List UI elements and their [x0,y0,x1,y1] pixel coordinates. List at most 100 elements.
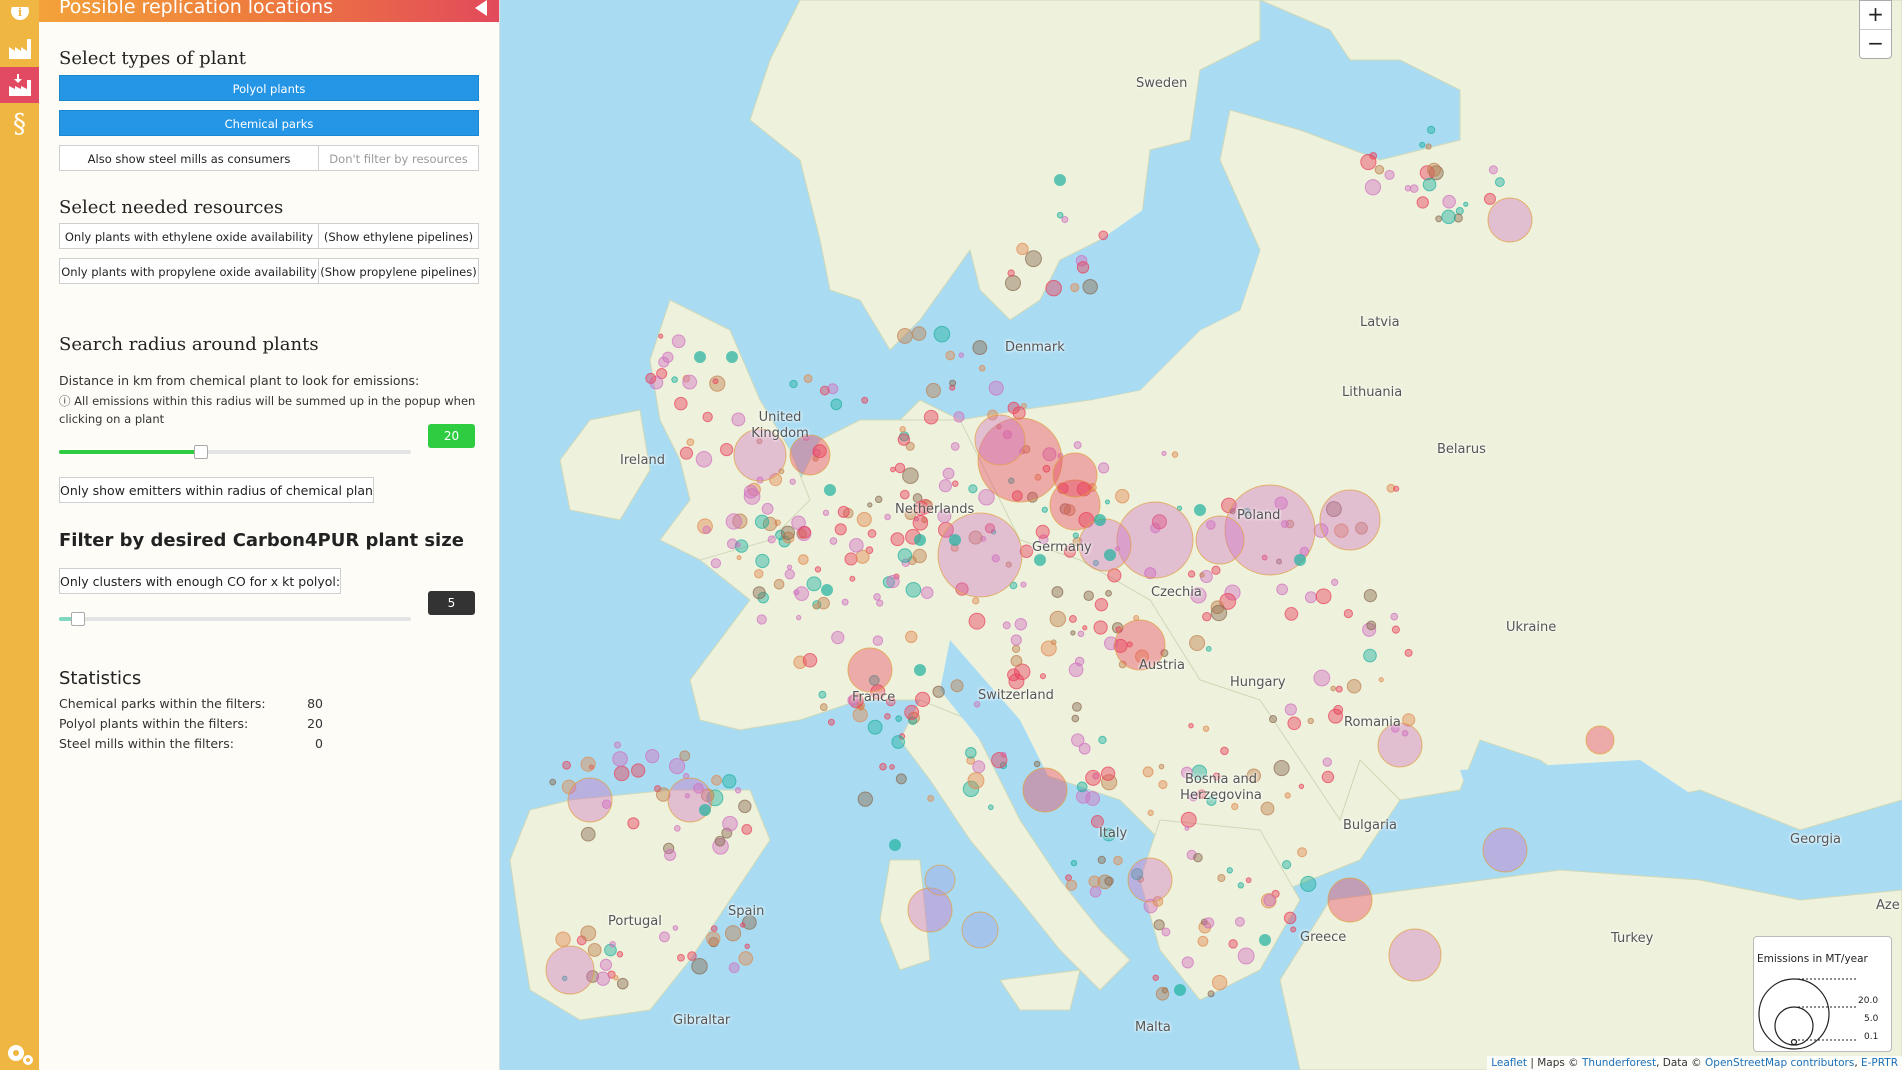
emission-marker [728,962,740,974]
map-view[interactable]: Sweden Latvia Denmark Lithuania United K… [500,0,1902,1070]
map-label-switzerland: Switzerland [978,688,1054,703]
emission-marker [1237,882,1244,889]
radius-slider-thumb[interactable] [193,445,208,459]
polyol-plants-tab[interactable] [0,30,39,66]
emission-marker [1284,607,1299,621]
emission-marker [673,825,681,832]
emission-marker [890,532,905,547]
emission-marker-large [1585,725,1615,755]
map-label-france: France [852,690,896,705]
ethylene-pipelines-toggle[interactable]: (Show ethylene pipelines) [318,223,479,249]
emission-marker [1321,770,1335,784]
map-label-portugal: Portugal [608,914,662,929]
emission-marker-large [1482,827,1528,873]
emission-marker [1363,648,1377,663]
plant-types-title: Select types of plant [59,48,247,69]
no-resource-filter-toggle[interactable]: Don't filter by resources [318,145,479,171]
emission-marker [1199,572,1205,578]
emission-marker [951,480,959,487]
osm-link[interactable]: OpenStreetMap contributors [1705,1057,1854,1069]
emission-marker [1366,620,1377,631]
emission-marker [671,334,686,349]
emission-marker [595,971,611,986]
polyol-plants-button[interactable]: Polyol plants [59,75,479,101]
thunderforest-link[interactable]: Thunderforest [1582,1057,1656,1069]
emission-marker [679,446,694,460]
replication-locations-tab[interactable] [0,67,39,103]
emission-marker [873,593,881,601]
emission-marker-large [1327,877,1373,923]
emission-marker [1011,644,1021,653]
emission-marker [967,772,985,790]
leaflet-link[interactable]: Leaflet [1491,1057,1527,1069]
emission-marker-large [974,414,1026,466]
emission-marker [965,746,977,759]
emission-marker [872,635,884,646]
emission-marker [844,552,858,566]
emission-marker [1488,165,1498,175]
propylene-pipelines-toggle[interactable]: (Show propylene pipelines) [318,258,479,284]
size-filter-value: 5 [428,591,475,615]
radius-title: Search radius around plants [59,334,319,355]
emission-marker [682,374,698,390]
emission-marker [1378,677,1384,683]
map-label-united-kingdom: United Kingdom [751,410,809,441]
emission-marker [1393,485,1400,492]
propylene-filter-toggle[interactable]: Only plants with propylene oxide availab… [59,258,319,284]
emission-marker [802,653,818,668]
stat-label-chemical-parks: Chemical parks within the filters: [59,696,266,711]
emission-marker [1409,184,1419,193]
emission-marker [1211,974,1228,991]
statistics-title: Statistics [59,668,142,689]
emission-marker [562,760,571,770]
emission-marker [1328,708,1344,724]
zoom-in-button[interactable]: + [1860,1,1891,30]
emission-marker [1024,250,1042,268]
steel-mills-toggle[interactable]: Also show steel mills as consumers [59,145,319,171]
emission-marker [827,718,835,726]
emission-marker [884,713,891,720]
map-label-germany: Germany [1032,540,1092,555]
emission-marker [1041,506,1048,513]
emission-marker [677,953,685,962]
emission-marker [1077,630,1085,638]
emission-marker [1245,877,1252,884]
co-cluster-filter-toggle[interactable]: Only clusters with enough CO for x kt po… [59,568,341,594]
emission-marker [841,598,849,606]
settings-button[interactable] [0,1034,39,1070]
emission-marker [710,558,722,569]
panel-header: Possible replication locations [39,0,499,22]
emission-marker [1228,939,1238,949]
emission-marker [968,612,986,630]
emission-marker [1441,209,1456,225]
emission-marker [1040,640,1057,657]
chemical-parks-button[interactable]: Chemical parks [59,110,479,136]
emission-marker [1483,192,1496,205]
emission-marker [1161,450,1167,456]
emission-marker [1068,615,1077,623]
emission-marker [1360,153,1377,171]
paragraph-icon: § [13,109,26,139]
emission-marker [1076,781,1088,793]
emission-marker [756,614,767,625]
emission-marker [968,484,978,494]
chemical-plant-marker [914,664,926,676]
resources-title: Select needed resources [59,197,284,218]
collapse-left-icon[interactable] [473,0,489,16]
eprtr-link[interactable]: E-PRTR [1861,1057,1898,1069]
legend-value-medium: 5.0 [1864,1014,1879,1024]
emission-marker [867,529,877,538]
emission-marker [1220,746,1229,756]
map-label-latvia: Latvia [1360,315,1400,330]
legal-tab[interactable]: § [0,106,39,142]
emission-marker [803,374,813,384]
size-slider-thumb[interactable] [70,612,85,626]
emission-marker-large [1127,857,1173,903]
emitters-within-radius-toggle[interactable]: Only show emitters within radius of chem… [59,477,374,503]
chemical-plant-marker [1094,514,1106,526]
ethylene-filter-toggle[interactable]: Only plants with ethylene oxide availabi… [59,223,319,249]
size-slider-track[interactable] [59,617,411,621]
zoom-out-button[interactable]: − [1860,30,1891,58]
chemical-plant-marker [1294,554,1306,566]
emission-marker [915,691,931,708]
